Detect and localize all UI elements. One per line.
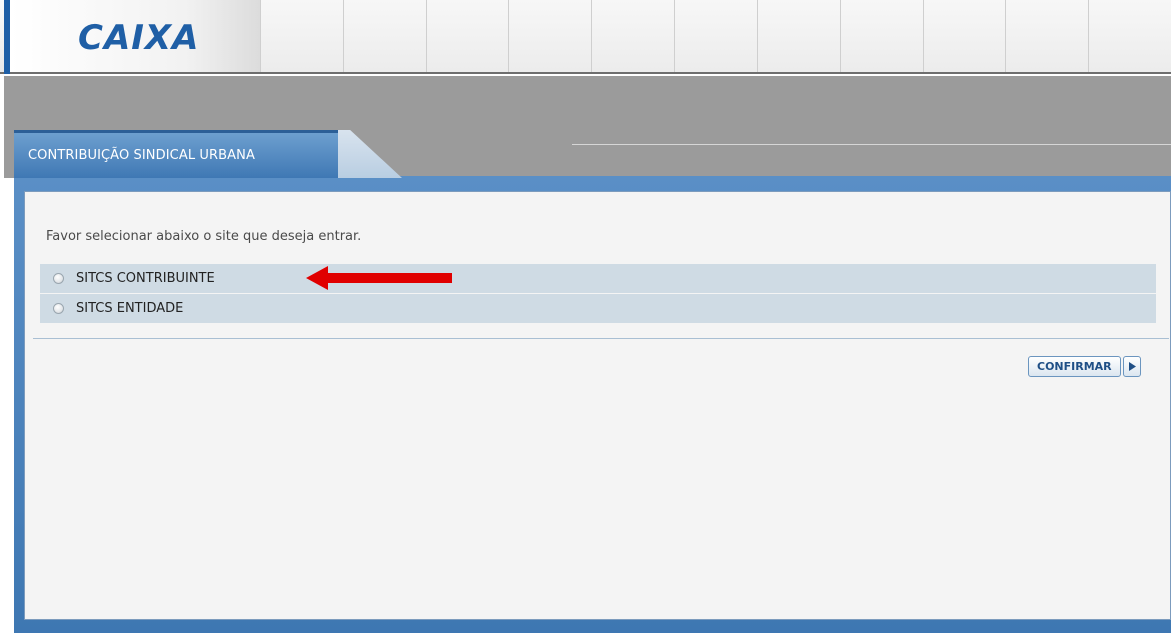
divider <box>33 338 1169 339</box>
header-cell <box>342 0 426 72</box>
header-menu-cells <box>260 0 1171 72</box>
play-triangle-icon[interactable] <box>1122 356 1141 377</box>
top-header: CAIXA <box>0 0 1171 74</box>
header-cell <box>508 0 592 72</box>
option-row-entidade[interactable]: SITCS ENTIDADE <box>40 294 1156 323</box>
option-label: SITCS CONTRIBUINTE <box>76 271 215 286</box>
gray-band-line <box>572 144 1171 145</box>
header-accent-bar <box>4 0 10 74</box>
page: CAIXA CONTRIBUIÇÃO SINDICAL URBANA Favor… <box>0 0 1171 635</box>
header-cell <box>1005 0 1089 72</box>
option-row-contribuinte[interactable]: SITCS CONTRIBUINTE <box>40 264 1156 293</box>
header-cell <box>1088 0 1171 72</box>
confirm-button[interactable]: CONFIRMAR <box>1028 356 1141 377</box>
content-panel <box>24 191 1171 620</box>
header-cell <box>674 0 757 72</box>
header-cell <box>839 0 923 72</box>
instruction-text: Favor selecionar abaixo o site que desej… <box>46 229 362 244</box>
header-cell <box>922 0 1006 72</box>
radio-entidade[interactable] <box>53 303 64 314</box>
red-arrow-left-icon <box>306 266 452 290</box>
header-cell <box>756 0 840 72</box>
caixa-logo[interactable]: CAIXA <box>78 18 199 58</box>
option-label: SITCS ENTIDADE <box>76 301 184 316</box>
logo-area: CAIXA <box>10 0 260 72</box>
tab-label: CONTRIBUIÇÃO SINDICAL URBANA <box>28 148 255 163</box>
header-cell <box>260 0 343 72</box>
confirm-button-label[interactable]: CONFIRMAR <box>1028 356 1121 377</box>
header-cell <box>591 0 675 72</box>
header-cell <box>425 0 509 72</box>
radio-contribuinte[interactable] <box>53 273 64 284</box>
